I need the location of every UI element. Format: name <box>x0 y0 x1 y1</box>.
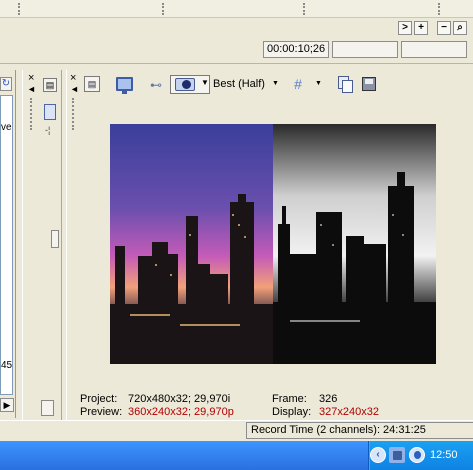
project-value: 720x480x32; 29,970i <box>128 393 231 405</box>
project-label: Project: <box>80 393 118 405</box>
zoom-in-button[interactable]: + <box>414 21 428 35</box>
record-time-status: Record Time (2 channels): 24:31:25 <box>246 422 473 439</box>
video-frame-image <box>110 124 436 364</box>
import-icon[interactable]: ▤ <box>84 76 100 92</box>
chevron-left-icon[interactable]: ‹ <box>370 447 386 463</box>
scroll-right-button[interactable]: ▶ <box>0 398 14 412</box>
top-toolbar-strip <box>0 0 473 18</box>
import-icon[interactable]: ▤ <box>43 78 57 92</box>
chevron-down-icon: ▼ <box>201 78 209 87</box>
copy-icon-front <box>342 80 353 93</box>
close-icon[interactable]: × <box>70 72 76 84</box>
refresh-icon[interactable]: ↻ <box>0 77 12 91</box>
pin-icon[interactable]: ◄ <box>70 84 79 94</box>
time-field-tertiary[interactable] <box>401 41 467 58</box>
display-value: 327x240x32 <box>319 406 379 418</box>
split-icon[interactable]: ⊷ <box>147 76 165 94</box>
splitter-handle[interactable] <box>51 230 59 248</box>
quality-label[interactable]: Best (Half) <box>213 78 265 90</box>
preview-label: Preview: <box>80 406 123 418</box>
grip-handle <box>30 98 32 130</box>
monitor-icon[interactable] <box>116 77 133 91</box>
pin-icon[interactable]: ◄ <box>27 84 36 94</box>
monitor-stand <box>122 91 127 94</box>
chevron-down-icon[interactable]: ▼ <box>315 80 322 87</box>
grid-icon[interactable]: # <box>289 75 307 93</box>
chevron-down-icon[interactable]: ▼ <box>272 80 279 87</box>
scroll-thumb[interactable] <box>41 400 54 416</box>
network-icon[interactable] <box>393 451 402 460</box>
next-button[interactable]: > <box>398 21 412 35</box>
display-label: Display: <box>272 406 312 418</box>
close-icon[interactable]: × <box>28 72 34 84</box>
frame-label: Frame: <box>272 393 307 405</box>
grip-handle <box>303 3 305 15</box>
time-row: 00:00:10;26 <box>0 38 473 64</box>
quality-dropdown[interactable]: ▼ <box>170 75 210 94</box>
video-frame <box>110 124 436 364</box>
zoom-out-button[interactable]: − <box>437 21 451 35</box>
grip-handle <box>72 98 74 130</box>
middle-panel: × ◄ ▤ -¦ <box>22 70 62 420</box>
panel-tab[interactable] <box>44 104 56 120</box>
search-button[interactable]: ⌕ <box>453 21 467 35</box>
time-field-secondary[interactable] <box>332 41 398 58</box>
taskbar-clock[interactable]: 12:50 <box>430 449 458 461</box>
save-icon[interactable] <box>362 77 376 91</box>
grip-handle <box>18 3 20 15</box>
left-list[interactable]: ve 45 <box>0 95 13 395</box>
quality-icon <box>175 78 195 91</box>
trim-icon[interactable]: -¦ <box>45 125 50 135</box>
grip-handle <box>162 3 164 15</box>
preview-value: 360x240x32; 29,970p <box>128 406 234 418</box>
list-item-fragment: 45 <box>1 360 13 371</box>
frame-value: 326 <box>319 393 338 405</box>
grip-handle <box>438 3 440 15</box>
list-item-fragment: ve <box>1 122 12 133</box>
security-icon[interactable] <box>409 447 425 463</box>
time-display[interactable]: 00:00:10;26 <box>263 41 329 58</box>
